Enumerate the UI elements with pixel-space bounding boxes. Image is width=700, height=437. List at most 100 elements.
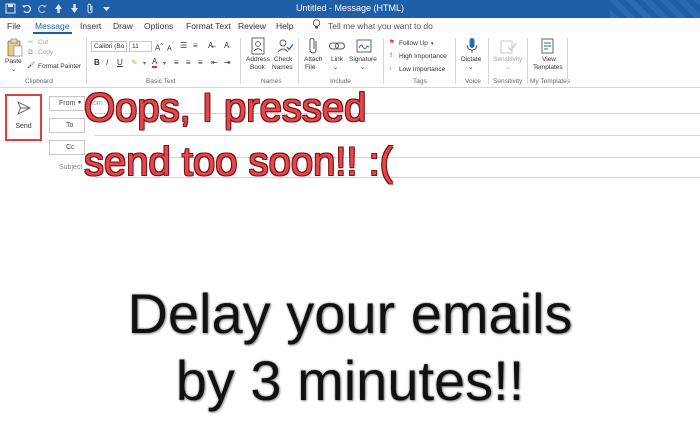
overlay-caption-line2: send too soon!! :( (84, 140, 394, 184)
check-names-icon[interactable] (276, 37, 294, 55)
ribbon-separator (86, 38, 87, 84)
view-templates-button-line2[interactable]: Templates (533, 64, 563, 72)
paste-dropdown-icon[interactable]: ⌄ (11, 66, 16, 74)
lightbulb-icon (312, 19, 321, 33)
highlight-icon[interactable]: ✎ (131, 58, 138, 67)
align-right-icon[interactable]: ≡ (198, 58, 203, 67)
cut-icon: ✂ (28, 39, 34, 46)
ribbon-separator (488, 38, 489, 84)
ribbon-separator (455, 38, 456, 84)
microphone-icon[interactable] (463, 37, 481, 55)
tab-options[interactable]: Options (144, 21, 173, 31)
headline-line2: by 3 minutes!! (175, 349, 525, 412)
ribbon-tabs: File Message Insert Draw Options Format … (0, 18, 700, 34)
ribbon-separator (527, 38, 528, 84)
dictate-button[interactable]: Dictate (461, 56, 481, 64)
from-label: From (59, 100, 76, 107)
send-button[interactable]: Send (5, 94, 42, 141)
clipboard-group-label: Clipboard (25, 78, 53, 85)
from-button[interactable]: From ▾ (49, 96, 85, 111)
paste-icon[interactable] (6, 38, 24, 57)
low-importance-icon: ↓ (389, 65, 393, 72)
cut-button[interactable]: Cut (38, 39, 48, 47)
dictate-dropdown-icon[interactable]: ⌄ (468, 64, 473, 72)
tab-file[interactable]: File (7, 21, 21, 31)
italic-icon[interactable]: I (106, 58, 108, 67)
signature-dropdown-icon[interactable]: ⌄ (360, 64, 365, 72)
overlay-caption-line1: Oops, I pressed (84, 86, 367, 130)
check-names-button[interactable]: Check (274, 56, 292, 64)
title-bar-pattern (610, 0, 700, 18)
follow-up-button[interactable]: Follow Up (399, 40, 428, 48)
address-book-button-line2[interactable]: Book (250, 64, 265, 72)
ribbon-separator (383, 38, 384, 84)
font-size-select[interactable]: 11 (129, 41, 152, 52)
headline-line1: Delay your emails (127, 282, 573, 345)
attach-file-button[interactable]: Attach (304, 56, 322, 64)
tab-format-text[interactable]: Format Text (186, 21, 231, 31)
shrink-font-icon[interactable]: Aˇ (167, 42, 173, 53)
numbering-icon[interactable]: ≡ (193, 42, 198, 50)
check-names-button-line2[interactable]: Names (272, 64, 293, 72)
view-templates-button[interactable]: View (542, 56, 556, 64)
names-group-label: Names (261, 78, 282, 85)
bullets-icon[interactable]: ☰ (180, 42, 187, 50)
font-color-icon[interactable]: A (152, 58, 158, 68)
tab-review[interactable]: Review (238, 21, 266, 31)
font-color-dropdown-icon[interactable]: ▾ (163, 60, 166, 67)
address-book-icon[interactable] (249, 37, 267, 55)
sensitivity-dropdown-icon[interactable]: ⌄ (505, 64, 510, 72)
styles-icon[interactable]: A (224, 42, 229, 50)
ribbon: Paste ⌄ ✂ Cut ⧉ Copy 🖌 Format Painter Cl… (0, 34, 700, 88)
paste-button[interactable]: Paste (5, 58, 22, 66)
templates-icon[interactable] (539, 37, 557, 55)
clear-formatting-icon[interactable]: A̶ (208, 42, 213, 50)
sensitivity-icon (499, 37, 517, 55)
format-painter-button[interactable]: Format Painter (38, 63, 81, 71)
to-button[interactable]: To (49, 118, 85, 133)
bold-icon[interactable]: B (94, 58, 100, 67)
attach-file-icon[interactable] (304, 37, 322, 55)
grow-font-icon[interactable]: A^ (155, 42, 163, 53)
subject-label: Subject (59, 164, 83, 171)
cc-button[interactable]: Cc (49, 140, 85, 155)
low-importance-button[interactable]: Low Importance (399, 66, 445, 74)
tab-help[interactable]: Help (276, 21, 293, 31)
decrease-indent-icon[interactable]: ⇤ (211, 58, 218, 67)
send-label: Send (15, 123, 32, 130)
attach-file-button-line2[interactable]: File (305, 64, 315, 72)
sensitivity-group-label: Sensitivity (493, 78, 523, 85)
tell-me-box[interactable]: Tell me what you want to do (328, 21, 433, 31)
from-dropdown-icon: ▾ (77, 100, 81, 106)
sensitivity-button[interactable]: Sensitivity (493, 56, 522, 64)
highlight-dropdown-icon[interactable]: ▾ (143, 60, 146, 67)
increase-indent-icon[interactable]: ⇥ (224, 58, 231, 67)
send-icon (17, 101, 32, 115)
basic-text-group-label: Basic Text (146, 78, 176, 85)
include-group-label: Include (330, 78, 351, 85)
follow-up-dropdown-icon[interactable]: ▾ (431, 40, 434, 48)
font-name-select[interactable]: Calibri (Bo (91, 41, 127, 52)
tab-message[interactable]: Message (33, 21, 71, 34)
high-importance-icon: ! (390, 52, 393, 59)
title-bar: Untitled - Message (HTML) (0, 0, 700, 18)
high-importance-button[interactable]: High Importance (399, 53, 447, 61)
link-dropdown-icon[interactable]: ⌄ (333, 64, 338, 72)
ribbon-separator (567, 38, 568, 84)
link-button[interactable]: Link (331, 56, 343, 64)
link-icon[interactable] (328, 37, 346, 55)
to-field-line[interactable] (95, 135, 700, 136)
address-book-button[interactable]: Address (246, 56, 270, 64)
tab-draw[interactable]: Draw (113, 21, 133, 31)
signature-button[interactable]: Signature (349, 56, 377, 64)
align-left-icon[interactable]: ≡ (174, 58, 179, 67)
tab-insert[interactable]: Insert (80, 21, 101, 31)
voice-group-label: Voice (465, 78, 481, 85)
align-center-icon[interactable]: ≡ (186, 58, 191, 67)
tags-group-label: Tags (413, 78, 427, 85)
ribbon-separator (298, 38, 299, 84)
signature-icon[interactable] (355, 37, 373, 55)
underline-icon[interactable]: U (117, 58, 123, 67)
window-title: Untitled - Message (HTML) (295, 3, 405, 13)
copy-button[interactable]: Copy (38, 49, 53, 57)
